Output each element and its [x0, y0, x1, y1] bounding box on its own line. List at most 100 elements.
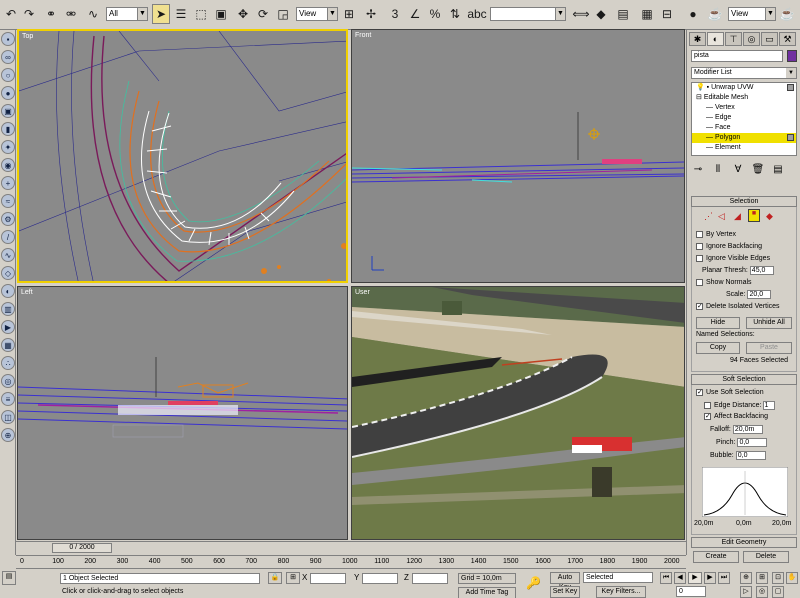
reactor-icon[interactable]: ◎ [1, 374, 15, 388]
viewport-label[interactable]: Left [21, 289, 33, 296]
polygon-mode-icon[interactable]: ■ [748, 209, 760, 222]
quick-render-icon[interactable]: ☕ [778, 4, 796, 24]
maximize-viewport-icon[interactable]: ▢ [772, 586, 784, 598]
particle-icon[interactable]: ∴ [1, 356, 15, 370]
pan-icon[interactable]: ✋ [786, 572, 798, 584]
set-key-button[interactable]: Set Key [550, 586, 580, 598]
render-type-dropdown[interactable]: View ▼ [728, 7, 776, 21]
cylinder-icon[interactable]: ▮ [1, 122, 15, 136]
stack-item-editable-mesh[interactable]: ⊟ Editable Mesh [692, 93, 796, 103]
ignore-backfacing-checkbox[interactable]: Ignore Backfacing [696, 243, 762, 250]
vertex-mode-icon[interactable]: ⋰ [704, 211, 713, 222]
key-filter-dropdown[interactable]: Selected [583, 572, 653, 583]
y-coordinate-field[interactable] [362, 573, 398, 584]
select-link-icon[interactable]: ⚭ [42, 4, 60, 24]
current-frame-field[interactable]: 0 [676, 586, 706, 597]
viewport-label[interactable]: User [355, 289, 370, 296]
field-of-view-icon[interactable]: ▷ [740, 586, 752, 598]
selection-rollout-header[interactable]: Selection [691, 196, 797, 207]
rectangular-region-icon[interactable]: ⬚ [192, 4, 210, 24]
texture-icon[interactable]: ▦ [1, 338, 15, 352]
percent-snap-icon[interactable]: % [426, 4, 444, 24]
auto-key-button[interactable]: Auto Key [550, 572, 580, 591]
sphere-icon[interactable]: ● [1, 86, 15, 100]
time-slider-thumb[interactable]: 0 / 2000 [52, 543, 112, 553]
zoom-extents-icon[interactable]: ⊡ [772, 572, 784, 584]
modifier-list-dropdown[interactable]: Modifier List ▼ [691, 67, 797, 79]
redo-icon[interactable]: ↷ [20, 4, 38, 24]
pinch-spinner[interactable]: Pinch: 0,0 [716, 438, 768, 447]
edge-mode-icon[interactable]: ◁ [718, 211, 725, 222]
add-time-tag-button[interactable]: Add Time Tag [458, 587, 516, 598]
rotate-icon[interactable]: ⟳ [254, 4, 272, 24]
lock-selection-icon[interactable]: 🔒 [268, 572, 282, 584]
affect-backfacing-checkbox[interactable]: ✓ Affect Backfacing [704, 413, 768, 420]
make-unique-icon[interactable]: ∀ [731, 164, 745, 180]
stack-item-element[interactable]: — Element [692, 143, 796, 153]
bone-icon[interactable]: / [1, 230, 15, 244]
display-tab-icon[interactable]: ▭ [761, 32, 778, 46]
absolute-mode-icon[interactable]: ⊞ [286, 572, 300, 584]
undo-icon[interactable]: ↶ [2, 4, 20, 24]
shape-icon[interactable]: ◇ [1, 266, 15, 280]
select-by-name-icon[interactable]: ☰ [172, 4, 190, 24]
layer-manager-icon[interactable]: ▤ [614, 4, 632, 24]
object-name-field[interactable]: pista [691, 50, 783, 62]
key-filters-button[interactable]: Key Filters... [596, 586, 646, 598]
falloff-spinner[interactable]: Falloff: 20,0m [710, 425, 763, 434]
track-bar[interactable]: 0 100 200 300 400 500 600 700 800 900 1000 1100 1200… [16, 555, 686, 569]
system-icon[interactable]: ⚙ [1, 212, 15, 226]
soft-selection-rollout-header[interactable]: Soft Selection [691, 374, 797, 385]
snap-icon[interactable]: ▪ [1, 32, 15, 46]
edit-geometry-rollout-header[interactable]: Edit Geometry [691, 537, 797, 548]
maxscript-listener-icon[interactable]: ▤ [2, 571, 16, 585]
delete-isolated-vertices-checkbox[interactable]: ✓ Delete Isolated Vertices [696, 303, 780, 310]
uvw-icon[interactable]: ▥ [1, 302, 15, 316]
zoom-all-icon[interactable]: ⊞ [756, 572, 768, 584]
unlink-icon[interactable]: ⚮ [62, 4, 80, 24]
remove-modifier-icon[interactable]: 🗑 [751, 164, 765, 180]
hierarchy-tab-icon[interactable]: ⊤ [725, 32, 742, 46]
mirror-icon[interactable]: ⟺ [572, 4, 590, 24]
viewport-label[interactable]: Top [22, 33, 33, 40]
camera-icon[interactable]: ◉ [1, 158, 15, 172]
material-editor-icon[interactable]: ● [684, 4, 702, 24]
copy-button[interactable]: Copy [696, 342, 740, 354]
orbit-icon[interactable]: ◎ [756, 586, 768, 598]
named-selection-sets-icon[interactable]: abc [467, 4, 486, 24]
create-button[interactable]: Create [693, 551, 739, 563]
viewport-label[interactable]: Front [355, 32, 371, 39]
box-icon[interactable]: ▣ [1, 104, 15, 118]
named-selection-sets-dropdown[interactable]: ▼ [490, 7, 566, 21]
stack-item-unwrap[interactable]: 💡 ▪ Unwrap UVW [692, 83, 796, 93]
schematic-view-icon[interactable]: ⊟ [658, 4, 676, 24]
delete-button[interactable]: Delete [743, 551, 789, 563]
spacewarp-icon[interactable]: ≈ [1, 194, 15, 208]
select-manipulate-icon[interactable]: ✢ [362, 4, 380, 24]
next-frame-icon[interactable]: ▶ [704, 572, 716, 584]
spinner-snap-icon[interactable]: ⇅ [446, 4, 464, 24]
stack-item-edge[interactable]: — Edge [692, 113, 796, 123]
link-icon[interactable]: ∞ [1, 50, 15, 64]
helper-icon[interactable]: + [1, 176, 15, 190]
pivot-center-icon[interactable]: ⊞ [340, 4, 358, 24]
show-normals-checkbox[interactable]: Show Normals [696, 279, 752, 286]
normals-scale-spinner[interactable]: Scale: 20,0 [726, 290, 772, 299]
camera-view-icon[interactable]: ◫ [1, 410, 15, 424]
viewport-front[interactable]: Front [351, 29, 685, 283]
viewport-left[interactable]: Left [17, 286, 348, 540]
circle-icon[interactable]: ○ [1, 68, 15, 82]
configure-modifier-sets-icon[interactable]: ▤ [771, 164, 785, 180]
spline-icon[interactable]: ∿ [1, 248, 15, 262]
bind-space-warp-icon[interactable]: ∿ [84, 4, 102, 24]
reference-coordinate-dropdown[interactable]: View ▼ [296, 7, 338, 21]
pin-stack-icon[interactable]: ⊸ [691, 164, 705, 180]
curve-editor-icon[interactable]: ▦ [638, 4, 656, 24]
script-icon[interactable]: ≡ [1, 392, 15, 406]
render-scene-icon[interactable]: ☕ [706, 4, 724, 24]
by-vertex-checkbox[interactable]: By Vertex [696, 231, 736, 238]
hide-button[interactable]: Hide [696, 317, 740, 329]
go-to-start-icon[interactable]: ⏮ [660, 572, 672, 584]
object-color-swatch[interactable] [787, 50, 797, 62]
render-icon[interactable]: ▶ [1, 320, 15, 334]
